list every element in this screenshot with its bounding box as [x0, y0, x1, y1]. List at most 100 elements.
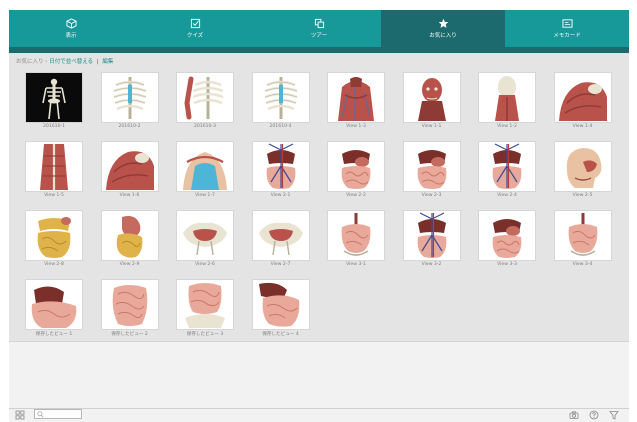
- favorite-thumbnail[interactable]: [26, 73, 82, 122]
- favorite-tile[interactable]: 保存したビュー 2: [101, 280, 159, 338]
- favorite-label: 保存したビュー 1: [35, 332, 73, 337]
- favorite-tile[interactable]: View 2-6: [177, 211, 234, 269]
- favorite-tile[interactable]: View 1-6: [101, 142, 159, 200]
- favorite-tile[interactable]: View 2-4: [479, 142, 536, 200]
- grid-icon[interactable]: [15, 410, 25, 420]
- favorite-label: View 3-2: [421, 262, 442, 267]
- favorite-tile[interactable]: View 2-2: [328, 142, 385, 200]
- favorite-thumbnail[interactable]: [554, 73, 611, 122]
- anatomy-model-image: [40, 144, 68, 190]
- favorite-tile[interactable]: 保存したビュー 4: [252, 280, 310, 338]
- tab-view[interactable]: 表示: [9, 10, 133, 47]
- edit-link[interactable]: 編集: [102, 59, 113, 65]
- favorite-thumbnail[interactable]: [101, 73, 158, 122]
- favorite-thumbnail[interactable]: [328, 73, 384, 122]
- favorite-tile[interactable]: 201610-3: [177, 73, 234, 131]
- favorite-tile[interactable]: 201610-2: [101, 73, 159, 131]
- anatomy-model-image: [183, 222, 227, 256]
- favorite-thumbnail[interactable]: [26, 280, 82, 329]
- favorite-thumbnail[interactable]: [479, 73, 535, 122]
- anatomy-model-image: [258, 222, 303, 256]
- favorite-thumbnail[interactable]: [479, 142, 535, 191]
- favorite-label: View 1-7: [195, 193, 215, 198]
- favorite-thumbnail[interactable]: [328, 211, 384, 260]
- favorite-thumbnail[interactable]: [554, 142, 611, 191]
- tab-favorites[interactable]: お気に入り: [381, 10, 505, 47]
- search-field[interactable]: [34, 409, 82, 419]
- favorite-label: View 1-4: [572, 124, 593, 129]
- anatomy-model-image: [495, 76, 519, 121]
- favorite-tile[interactable]: View 1-7: [177, 142, 234, 200]
- favorite-thumbnail[interactable]: [177, 280, 233, 329]
- favorite-thumbnail[interactable]: [101, 142, 158, 191]
- favorite-tile[interactable]: 保存したビュー 1: [26, 280, 83, 338]
- sort-by-date-link[interactable]: 日付で並べ替える: [49, 59, 93, 65]
- favorite-tile[interactable]: 保存したビュー 3: [177, 280, 234, 338]
- flashcard-icon: [561, 19, 573, 28]
- anatomy-model-image: [31, 286, 77, 328]
- favorite-tile[interactable]: View 3-4: [554, 211, 612, 269]
- favorite-thumbnail[interactable]: [177, 211, 233, 260]
- favorite-tile[interactable]: View 1-4: [554, 73, 612, 131]
- favorite-label: View 2-4: [497, 193, 517, 198]
- anatomy-model-image: [492, 219, 522, 258]
- breadcrumb-root[interactable]: お気に入り: [16, 59, 44, 65]
- favorite-thumbnail[interactable]: [403, 211, 460, 260]
- favorite-tile[interactable]: 201610-4: [252, 73, 310, 131]
- favorite-thumbnail[interactable]: [101, 280, 158, 329]
- camera-icon[interactable]: [569, 410, 579, 420]
- favorite-tile[interactable]: View 3-3: [479, 211, 536, 269]
- favorite-thumbnail[interactable]: [403, 142, 460, 191]
- favorite-label: 保存したビュー 3: [186, 332, 224, 337]
- favorite-label: View 1-2: [497, 124, 517, 129]
- favorite-thumbnail[interactable]: [403, 73, 460, 122]
- favorite-tile[interactable]: View 3-2: [403, 211, 461, 269]
- filter-icon[interactable]: [609, 410, 619, 420]
- favorite-label: View 1-6: [119, 193, 140, 198]
- tab-quiz[interactable]: クイズ: [133, 10, 257, 47]
- favorite-label: View 1-3: [346, 124, 366, 129]
- favorite-tile[interactable]: View 2-9: [101, 211, 159, 269]
- favorite-tile[interactable]: View 2-5: [554, 142, 612, 200]
- tab-label: クイズ: [186, 33, 204, 39]
- favorite-thumbnail[interactable]: [252, 73, 309, 122]
- favorite-tile[interactable]: View 2-7: [252, 211, 310, 269]
- favorite-thumbnail[interactable]: [479, 211, 535, 260]
- favorite-thumbnail[interactable]: [177, 142, 233, 191]
- favorite-label: View 2-9: [119, 262, 140, 267]
- tab-label: メモカード: [553, 33, 581, 39]
- favorite-thumbnail[interactable]: [328, 142, 384, 191]
- tab-flashcards[interactable]: メモカード: [505, 10, 629, 47]
- favorite-thumbnail[interactable]: [252, 280, 309, 329]
- anatomy-model-image: [185, 283, 225, 328]
- favorite-label: View 2-8: [44, 262, 64, 267]
- favorite-thumbnail[interactable]: [101, 211, 158, 260]
- favorite-thumbnail[interactable]: [26, 211, 82, 260]
- tab-tour[interactable]: ツアー: [257, 10, 381, 47]
- favorite-label: View 2-1: [270, 193, 291, 198]
- favorite-label: View 2-5: [572, 193, 593, 198]
- help-icon[interactable]: [589, 410, 599, 420]
- favorite-tile[interactable]: View 2-1: [252, 142, 310, 200]
- empty-panel: [9, 341, 629, 409]
- favorite-tile[interactable]: View 1-1: [403, 73, 461, 131]
- favorite-thumbnail[interactable]: [252, 211, 309, 260]
- favorite-tile[interactable]: View 2-8: [26, 211, 83, 269]
- anatomy-model-image: [566, 148, 601, 188]
- anatomy-model-image: [338, 77, 374, 121]
- favorite-thumbnail[interactable]: [554, 211, 611, 260]
- bottom-toolbar: [9, 408, 629, 422]
- favorite-thumbnail[interactable]: [177, 73, 233, 122]
- favorite-tile[interactable]: 201610-1: [26, 73, 83, 131]
- favorite-thumbnail[interactable]: [26, 142, 82, 191]
- favorite-tile[interactable]: View 1-3: [328, 73, 385, 131]
- favorite-label: 201610-3: [193, 124, 217, 129]
- favorite-tile[interactable]: View 1-5: [26, 142, 83, 200]
- favorite-label: 201610-1: [42, 124, 66, 129]
- favorite-tile[interactable]: View 2-3: [403, 142, 461, 200]
- tab-bar: 表示 クイズ ツアー お気に入り メモカード: [9, 10, 629, 47]
- favorite-label: View 3-4: [572, 262, 593, 267]
- favorite-tile[interactable]: View 1-2: [479, 73, 536, 131]
- favorite-tile[interactable]: View 3-1: [328, 211, 385, 269]
- favorite-thumbnail[interactable]: [252, 142, 309, 191]
